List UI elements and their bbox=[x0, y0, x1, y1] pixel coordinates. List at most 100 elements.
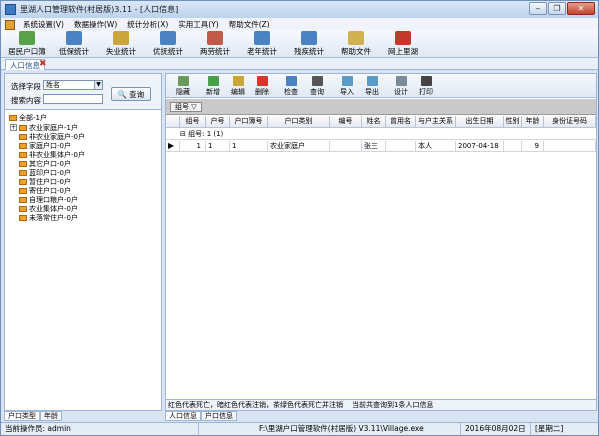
operator-text: 当前操作员: admin bbox=[1, 423, 199, 435]
folder-icon bbox=[19, 160, 27, 167]
add-button[interactable]: 新增 bbox=[202, 76, 224, 97]
table-cell[interactable]: 张三 bbox=[362, 141, 386, 152]
window-menu-icon[interactable] bbox=[5, 19, 15, 30]
group-by-panel: 组号 ▽ bbox=[166, 99, 596, 115]
chart-icon bbox=[66, 31, 82, 45]
field-select[interactable]: 姓名 ▼ bbox=[43, 80, 103, 90]
column-header[interactable]: 户口类别 bbox=[268, 116, 330, 128]
export-icon bbox=[366, 76, 378, 86]
check-button[interactable]: 检查 bbox=[280, 76, 302, 97]
column-header[interactable]: 户口簿号 bbox=[230, 116, 268, 128]
table-cell[interactable]: 农业家庭户 bbox=[268, 141, 330, 152]
folder-icon bbox=[19, 133, 27, 140]
veteran-stats-button[interactable]: 优抚统计 bbox=[148, 31, 188, 57]
menu-tools[interactable]: 实用工具(Y) bbox=[174, 19, 222, 30]
tab-population-grid[interactable]: 人口信息 bbox=[165, 411, 201, 421]
menu-data-operations[interactable]: 数据操作(W) bbox=[70, 19, 121, 30]
column-header[interactable]: 与户主关系 bbox=[416, 116, 456, 128]
print-button[interactable]: 打印 bbox=[415, 76, 437, 97]
menu-help[interactable]: 帮助文件(Z) bbox=[225, 19, 274, 30]
column-header[interactable]: 出生日期 bbox=[456, 116, 504, 128]
hide-button[interactable]: 隐藏 bbox=[172, 76, 194, 97]
column-header[interactable]: 曾用名 bbox=[386, 116, 416, 128]
table-cell[interactable] bbox=[330, 141, 362, 152]
color-legend-text: 红色代表死亡，暗红色代表注销，茶绿色代表死亡并注销 bbox=[168, 401, 343, 409]
column-header[interactable]: 性别 bbox=[504, 116, 522, 128]
folder-icon bbox=[19, 187, 27, 194]
table-cell[interactable] bbox=[544, 141, 596, 152]
tree-item[interactable]: 未落常住户-0户 bbox=[19, 213, 78, 222]
elderly-stats-button[interactable]: 老年统计 bbox=[242, 31, 282, 57]
right-tabs: 人口信息 户口信息 bbox=[165, 411, 237, 421]
chart-icon bbox=[301, 31, 317, 45]
result-count-text: 当前共查询到1条人口信息 bbox=[352, 401, 434, 409]
query-button[interactable]: 🔍 查询 bbox=[111, 87, 151, 101]
query-grid-button[interactable]: 查询 bbox=[306, 76, 328, 97]
date-text: 2016年08月02日 bbox=[461, 423, 531, 435]
folder-icon bbox=[19, 205, 27, 212]
low-income-stats-button[interactable]: 低保统计 bbox=[54, 31, 94, 57]
folder-icon bbox=[19, 142, 27, 149]
table-cell[interactable]: 1 bbox=[230, 141, 268, 152]
table-cell[interactable] bbox=[386, 141, 416, 152]
labor-reform-stats-button[interactable]: 两劳统计 bbox=[195, 31, 235, 57]
table-cell[interactable]: 本人 bbox=[416, 141, 456, 152]
disability-stats-button[interactable]: 残疾统计 bbox=[289, 31, 329, 57]
right-panel: 隐藏 新增 编辑 删除 检查 查询 导入 导出 设计 打印 组号 ▽ 组号 户号… bbox=[165, 73, 597, 411]
search-input[interactable] bbox=[43, 94, 103, 104]
menu-system-settings[interactable]: 系统设置(V) bbox=[19, 19, 68, 30]
column-header[interactable]: 姓名 bbox=[362, 116, 386, 128]
household-register-button[interactable]: 居民户口簿 bbox=[7, 31, 47, 57]
expand-icon[interactable]: + bbox=[10, 124, 17, 131]
delete-icon bbox=[256, 76, 268, 86]
menu-bar: 系统设置(V) 数据操作(W) 统计分析(X) 实用工具(Y) 帮助文件(Z) bbox=[1, 18, 598, 31]
online-lihu-button[interactable]: 网上里湖 bbox=[383, 31, 423, 57]
column-header[interactable]: 身份证号码 bbox=[544, 116, 596, 128]
table-cell[interactable]: 1 bbox=[180, 141, 206, 152]
window-title: 里湖人口管理软件(村居版)3.11 - [人口信息] bbox=[20, 5, 179, 14]
export-button[interactable]: 导出 bbox=[361, 76, 383, 97]
folder-icon bbox=[19, 169, 27, 176]
printer-icon bbox=[420, 76, 432, 86]
tab-age[interactable]: 年龄 bbox=[40, 411, 62, 421]
folder-icon bbox=[19, 151, 27, 158]
restore-button[interactable]: ❐ bbox=[548, 2, 566, 15]
main-toolbar: 居民户口簿 低保统计 失业统计 优抚统计 两劳统计 老年统计 残疾统计 帮助文件… bbox=[1, 31, 598, 58]
column-header[interactable]: 编号 bbox=[330, 116, 362, 128]
weekday-text: [星期二] bbox=[535, 424, 564, 433]
group-by-chip[interactable]: 组号 ▽ bbox=[170, 102, 202, 112]
help-file-button[interactable]: 帮助文件 bbox=[336, 31, 376, 57]
chevron-down-icon[interactable]: ▼ bbox=[94, 81, 102, 89]
app-icon bbox=[5, 4, 16, 15]
minimize-button[interactable]: ‒ bbox=[529, 2, 547, 15]
left-tabs: 户口类型 年龄 bbox=[4, 411, 62, 421]
edit-button[interactable]: 编辑 bbox=[227, 76, 249, 97]
table-cell[interactable]: 9 bbox=[522, 141, 544, 152]
close-tab-icon[interactable]: ✖ bbox=[39, 59, 47, 69]
design-button[interactable]: 设计 bbox=[390, 76, 412, 97]
column-header[interactable]: 年龄 bbox=[522, 116, 544, 128]
column-header[interactable]: 户号 bbox=[206, 116, 230, 128]
table-cell[interactable]: 2007-04-18 bbox=[456, 141, 504, 152]
tools-icon bbox=[395, 76, 407, 86]
tree-root[interactable]: 全部-1户 bbox=[9, 113, 47, 122]
search-area: 选择字段 姓名 ▼ 搜索内容 🔍 查询 bbox=[5, 74, 161, 110]
tab-household-type[interactable]: 户口类型 bbox=[4, 411, 40, 421]
import-button[interactable]: 导入 bbox=[336, 76, 358, 97]
column-header[interactable]: 组号 bbox=[180, 116, 206, 128]
house-icon bbox=[395, 31, 411, 45]
delete-button[interactable]: 删除 bbox=[251, 76, 273, 97]
table-cell[interactable] bbox=[504, 141, 522, 152]
edit-icon bbox=[232, 76, 244, 86]
table-cell[interactable]: 1 bbox=[206, 141, 230, 152]
chart-icon bbox=[207, 31, 223, 45]
document-tabstrip: 人口信息 ✖ bbox=[1, 58, 598, 70]
folder-icon bbox=[19, 124, 27, 131]
collapse-icon[interactable]: ⊟ bbox=[180, 130, 186, 138]
close-button[interactable]: ✕ bbox=[567, 2, 595, 15]
tab-household-info[interactable]: 户口信息 bbox=[201, 411, 237, 421]
check-icon bbox=[285, 76, 297, 86]
menu-statistics[interactable]: 统计分析(X) bbox=[123, 19, 172, 30]
group-row[interactable]: ⊟ 组号: 1 (1) bbox=[166, 129, 596, 140]
unemployment-stats-button[interactable]: 失业统计 bbox=[101, 31, 141, 57]
